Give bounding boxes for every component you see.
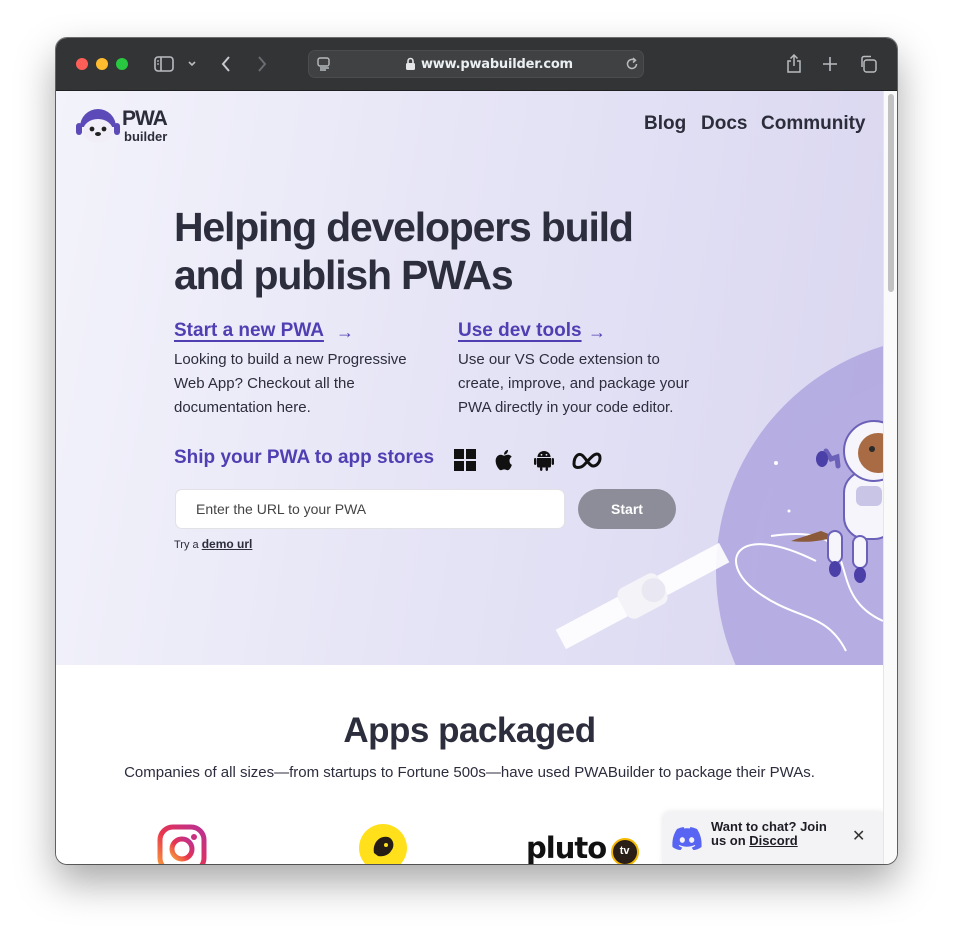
arrow-right-icon[interactable]: → bbox=[588, 322, 606, 343]
demo-url-link[interactable]: demo url bbox=[202, 537, 253, 551]
sidebar-toggle-icon[interactable] bbox=[153, 52, 175, 76]
start-new-pwa-description: Looking to build a new Progressive Web A… bbox=[174, 351, 407, 416]
page-menu-icon[interactable] bbox=[317, 57, 331, 76]
apps-packaged-subtitle: Companies of all sizes—from startups to … bbox=[124, 764, 815, 781]
new-tab-icon[interactable] bbox=[820, 52, 840, 76]
browser-toolbar: www.pwabuilder.com bbox=[56, 38, 897, 91]
meta-icon bbox=[571, 448, 607, 474]
ship-to-stores-label: Ship your PWA to app stores bbox=[174, 447, 435, 468]
start-button[interactable]: Start bbox=[578, 489, 676, 529]
hero-section: PWA builder Blog Docs Community Helping … bbox=[56, 91, 883, 665]
zoom-window-button[interactable] bbox=[116, 58, 128, 70]
web-page: PWA builder Blog Docs Community Helping … bbox=[56, 91, 883, 864]
logo-text-builder: builder bbox=[124, 129, 168, 144]
url-text: www.pwabuilder.com bbox=[421, 57, 573, 72]
lock-icon bbox=[405, 57, 416, 76]
windows-icon bbox=[453, 448, 479, 474]
instagram-logo bbox=[156, 823, 208, 864]
use-dev-tools-link[interactable]: Use dev tools bbox=[458, 320, 582, 342]
discord-link[interactable]: Discord bbox=[749, 833, 797, 848]
forward-icon[interactable] bbox=[254, 52, 270, 76]
reload-icon[interactable] bbox=[625, 57, 639, 76]
android-icon bbox=[532, 448, 558, 474]
address-bar[interactable]: www.pwabuilder.com bbox=[308, 50, 644, 78]
minimize-window-button[interactable] bbox=[96, 58, 108, 70]
back-icon[interactable] bbox=[218, 52, 234, 76]
nav-community-link[interactable]: Community bbox=[761, 113, 866, 135]
close-window-button[interactable] bbox=[76, 58, 88, 70]
pluto-tv-logo: pluto tv bbox=[526, 831, 639, 864]
chevron-down-icon[interactable] bbox=[186, 52, 198, 76]
try-prefix: Try a bbox=[174, 539, 199, 551]
tab-overview-icon[interactable] bbox=[858, 52, 878, 76]
arrow-right-icon[interactable]: → bbox=[336, 322, 354, 343]
share-icon[interactable] bbox=[784, 52, 804, 76]
discord-chat-popup[interactable]: Want to chat? Join us on Discord ✕ bbox=[662, 812, 883, 864]
pwabuilder-logo[interactable]: PWA builder bbox=[76, 107, 172, 147]
pluto-tv-badge: tv bbox=[610, 838, 639, 864]
discord-icon bbox=[672, 826, 702, 855]
discord-chat-text: Want to chat? Join us on Discord bbox=[711, 820, 841, 848]
nav-blog-link[interactable]: Blog bbox=[644, 113, 686, 135]
pluto-tv-logo-text: pluto bbox=[526, 831, 607, 864]
apple-icon bbox=[493, 448, 519, 474]
otter-logo-icon bbox=[76, 109, 120, 143]
pwa-url-input[interactable] bbox=[175, 489, 565, 529]
apps-packaged-title: Apps packaged bbox=[343, 711, 596, 750]
try-demo-row: Try a demo url bbox=[174, 537, 252, 551]
nav-docs-link[interactable]: Docs bbox=[701, 113, 747, 135]
browser-window: www.pwabuilder.com PWA builder Blog Docs… bbox=[56, 38, 897, 864]
use-dev-tools-description: Use our VS Code extension to create, imp… bbox=[458, 351, 689, 416]
page-scrollbar[interactable] bbox=[883, 91, 897, 864]
mailchimp-logo bbox=[358, 823, 408, 864]
logo-text-pwa: PWA bbox=[122, 107, 168, 130]
scrollbar-thumb[interactable] bbox=[888, 94, 894, 292]
close-icon[interactable]: ✕ bbox=[852, 826, 865, 846]
hero-headline: Helping developers build and publish PWA… bbox=[174, 204, 634, 298]
start-new-pwa-link[interactable]: Start a new PWA bbox=[174, 320, 324, 342]
